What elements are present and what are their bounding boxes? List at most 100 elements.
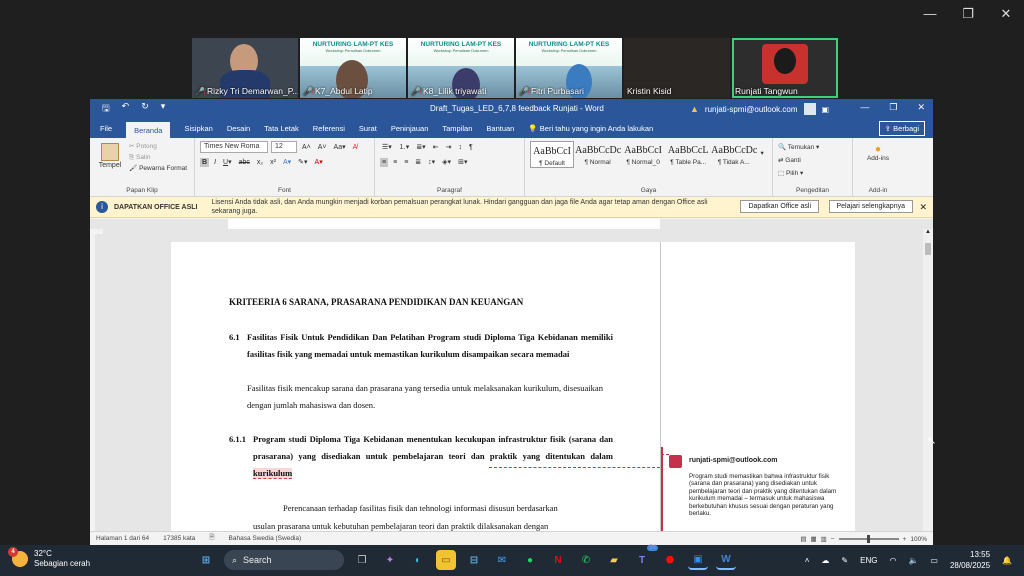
word-app-icon[interactable]: W xyxy=(716,550,736,570)
underline-icon[interactable]: U▾ xyxy=(221,157,234,167)
pilcrow-icon[interactable]: ¶ xyxy=(467,143,475,152)
proofing-icon[interactable]: 🗎 xyxy=(209,533,214,544)
participant-tile-active[interactable]: Runjati Tangwun xyxy=(732,38,838,98)
web-layout-icon[interactable]: ▥ xyxy=(821,535,827,543)
account-email[interactable]: runjati-spmi@outlook.com xyxy=(705,105,798,114)
cloud-icon[interactable]: ☁ xyxy=(821,556,829,565)
style-default[interactable]: AaBbCcI ¶ Default xyxy=(530,141,575,168)
whatsapp-icon[interactable]: ✆ xyxy=(576,550,596,570)
style-no-spacing[interactable]: AaBbCcDc ¶ Tidak A... xyxy=(711,141,757,168)
justify-icon[interactable]: ≣ xyxy=(413,157,423,167)
zoom-level[interactable]: 100% xyxy=(910,536,927,543)
learn-more-button[interactable]: Pelajari selengkapnya xyxy=(828,200,913,213)
tab-surat[interactable]: Surat xyxy=(359,124,377,133)
edge-icon[interactable]: ◐ xyxy=(408,550,428,570)
borders-icon[interactable]: ⊞▾ xyxy=(456,157,469,167)
participant-tile[interactable]: Kristin Kisid xyxy=(624,38,730,98)
zoom-out-icon[interactable]: − xyxy=(831,536,835,543)
close-icon[interactable]: ✕ xyxy=(998,6,1014,22)
document-page[interactable]: KRITEERIA 6 SARANA, PRASARANA PENDIDIKAN… xyxy=(171,242,660,531)
align-left-icon[interactable]: ≡ xyxy=(380,157,389,167)
superscript-icon[interactable]: x² xyxy=(268,158,278,167)
zoom-slider[interactable] xyxy=(838,535,899,543)
comment-balloon[interactable]: runjati-spmi@outlook.com Program studi m… xyxy=(669,455,849,518)
redo-icon[interactable]: ↻ xyxy=(141,101,149,117)
scrollbar-thumb[interactable] xyxy=(925,243,931,255)
tab-bantuan[interactable]: Bantuan xyxy=(486,124,514,133)
scroll-up-icon[interactable]: ▲ xyxy=(923,229,933,235)
font-size-box[interactable]: 12 xyxy=(271,141,297,153)
select-button[interactable]: ⬚ Pilih ▾ xyxy=(778,167,847,180)
participant-tile[interactable]: 🎤̸ Rizky Tri Demarwan_P... xyxy=(192,38,298,98)
task-view-icon[interactable]: ❐ xyxy=(352,550,372,570)
multilevel-icon[interactable]: ≣▾ xyxy=(414,142,427,152)
share-button[interactable]: ⇪ Berbagi xyxy=(878,121,925,136)
style-table-paragraph[interactable]: AaBbCcL ¶ Table Pa... xyxy=(666,141,710,168)
font-name-box[interactable]: Times New Roma xyxy=(200,141,268,153)
highlight-icon[interactable]: ✎▾ xyxy=(296,157,309,167)
cut-button[interactable]: ✂ Potong xyxy=(129,141,187,152)
zoom-slider-knob[interactable] xyxy=(867,535,871,543)
text-effect-icon[interactable]: A▾ xyxy=(281,157,293,167)
shrink-font-icon[interactable]: A˅ xyxy=(316,143,329,152)
align-center-icon[interactable]: ≡ xyxy=(391,158,399,167)
close-icon[interactable]: ✕ xyxy=(919,202,927,213)
tell-me-box[interactable]: 💡 Beri tahu yang ingin Anda lakukan xyxy=(528,124,653,133)
tab-referensi[interactable]: Referensi xyxy=(313,124,345,133)
bullets-icon[interactable]: ☰▾ xyxy=(380,142,394,152)
account-avatar[interactable] xyxy=(803,103,816,115)
vertical-scrollbar[interactable]: ▲ xyxy=(923,229,933,531)
word-close-icon[interactable]: ✕ xyxy=(917,102,925,113)
copilot-icon[interactable]: ✦ xyxy=(380,550,400,570)
minimize-icon[interactable]: — xyxy=(922,6,938,22)
battery-icon[interactable]: ▭ xyxy=(930,556,938,565)
format-painter-button[interactable]: 🖌 Pewarna Format xyxy=(129,163,187,174)
commented-text[interactable]: kurikulum xyxy=(253,468,293,479)
styles-more-icon[interactable]: ▾ xyxy=(757,149,767,168)
chevron-up-icon[interactable]: ˄ xyxy=(805,556,810,565)
mail-icon[interactable]: ✉ xyxy=(492,550,512,570)
get-office-button[interactable]: Dapatkan Office asli xyxy=(740,200,819,213)
tab-tampilan[interactable]: Tampilan xyxy=(442,124,472,133)
grow-font-icon[interactable]: A˄ xyxy=(300,143,313,152)
save-icon[interactable]: 🖫 xyxy=(102,101,110,117)
pen-icon[interactable]: ✎ xyxy=(841,556,848,565)
tab-tata-letak[interactable]: Tata Letak xyxy=(264,124,299,133)
sort-icon[interactable]: ↕ xyxy=(456,143,464,152)
clear-format-icon[interactable]: A̸ xyxy=(351,143,360,152)
shading-icon[interactable]: ◈▾ xyxy=(440,157,453,167)
weather-widget[interactable]: 4 32°C Sebagian cerah xyxy=(8,547,90,569)
participant-tile[interactable]: NURTURING LAM-PT KES Workshop Penulisan D… xyxy=(516,38,622,98)
style-normal-0[interactable]: AaBbCcI ¶ Normal_0 xyxy=(621,141,665,168)
change-case-icon[interactable]: Aa▾ xyxy=(332,142,348,152)
ribbon-display-icon[interactable]: ▣ xyxy=(822,105,830,114)
word-count[interactable]: 17385 kata xyxy=(163,535,195,542)
decrease-indent-icon[interactable]: ⇤ xyxy=(431,142,441,152)
store-icon[interactable]: ⊟ xyxy=(464,550,484,570)
tab-desain[interactable]: Desain xyxy=(227,124,250,133)
bold-icon[interactable]: B xyxy=(200,157,210,167)
page-count[interactable]: Halaman 1 dari 64 xyxy=(96,535,149,542)
spotify-icon[interactable]: ● xyxy=(520,550,540,570)
vertical-ruler[interactable] xyxy=(95,234,103,534)
increase-indent-icon[interactable]: ⇥ xyxy=(444,142,454,152)
restore-icon[interactable]: ❐ xyxy=(960,6,976,22)
style-normal[interactable]: AaBbCcDc ¶ Normal xyxy=(575,141,621,168)
numbering-icon[interactable]: ⒈▾ xyxy=(397,141,412,153)
strikethrough-icon[interactable]: abc xyxy=(237,158,252,167)
tab-peninjauan[interactable]: Peninjauan xyxy=(391,124,429,133)
search-box[interactable]: ⌕ Search xyxy=(224,550,344,570)
language[interactable]: Bahasa Swedia (Swedia) xyxy=(229,535,302,542)
language-indicator[interactable]: ENG xyxy=(860,556,877,565)
undo-icon[interactable]: ↶ xyxy=(122,101,130,117)
clock[interactable]: 13:55 28/08/2025 xyxy=(950,549,990,571)
zoom-in-icon[interactable]: + xyxy=(903,536,907,543)
paste-button[interactable]: Tempel xyxy=(95,141,125,169)
word-minimize-icon[interactable]: — xyxy=(860,102,869,113)
notification-icon[interactable]: 🔔 xyxy=(1002,556,1012,565)
tab-file[interactable]: File xyxy=(100,124,112,133)
start-icon[interactable]: ⊞ xyxy=(196,550,216,570)
print-layout-icon[interactable]: ▦ xyxy=(810,535,816,543)
horizontal-ruler[interactable] xyxy=(90,219,933,229)
volume-icon[interactable]: 🔈 xyxy=(908,556,918,565)
